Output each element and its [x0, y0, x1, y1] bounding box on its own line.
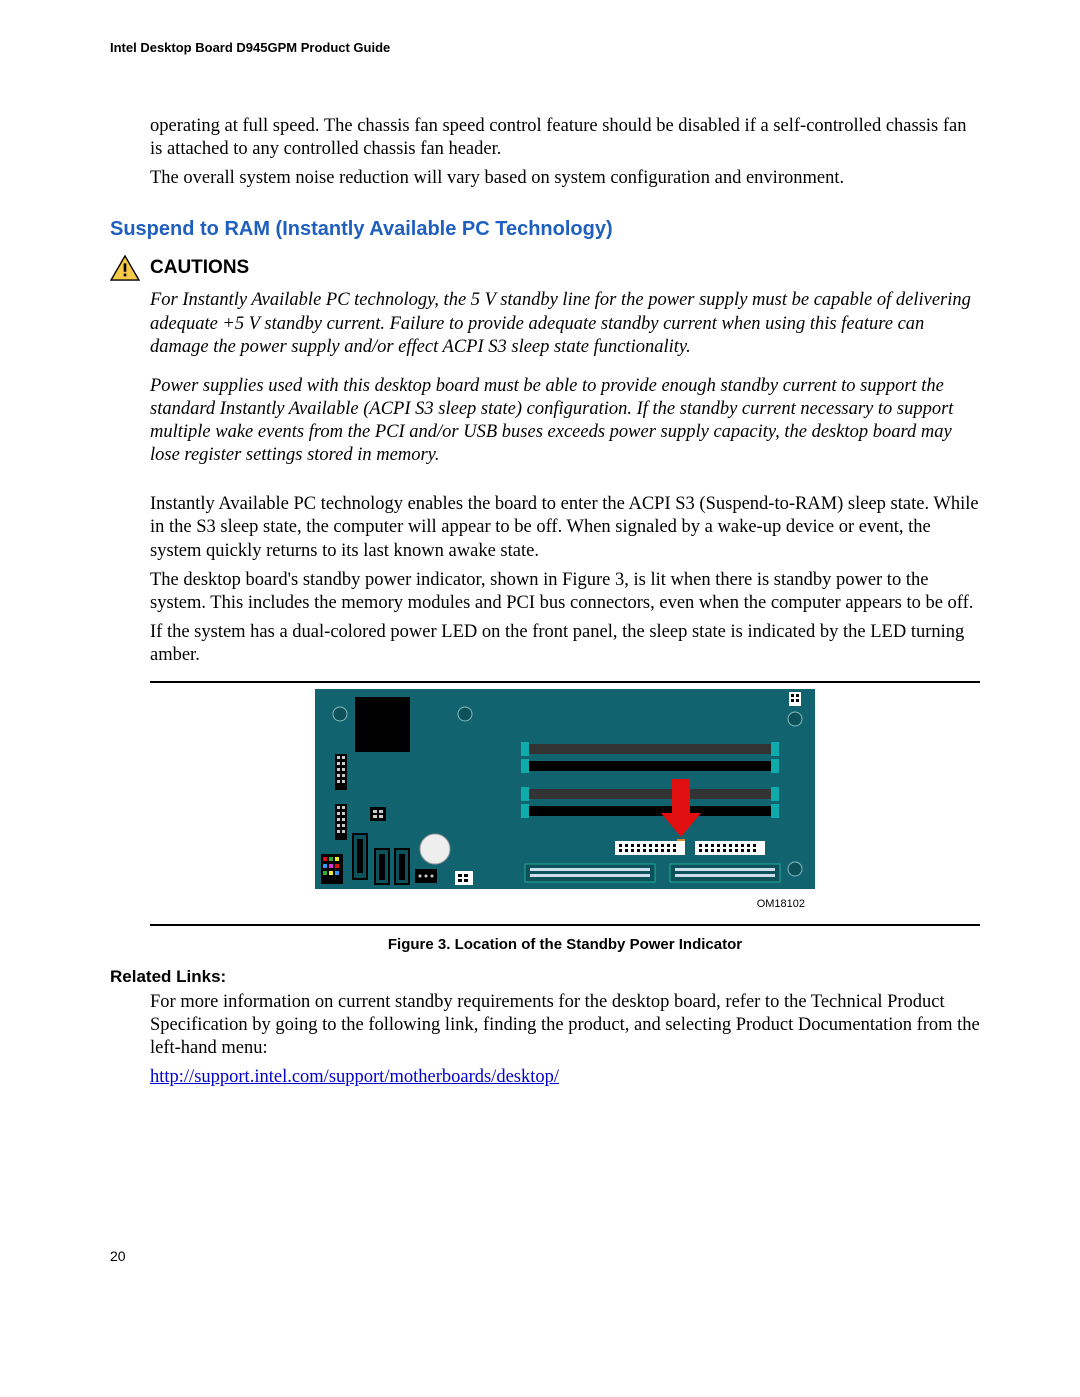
intro-paragraph-1: operating at full speed. The chassis fan…: [150, 115, 980, 161]
caution-icon: [110, 255, 140, 281]
related-links-heading: Related Links:: [110, 967, 980, 987]
section-heading-suspend-to-ram: Suspend to RAM (Instantly Available PC T…: [110, 218, 980, 241]
intro-paragraph-2: The overall system noise reduction will …: [150, 167, 980, 190]
figure-id: OM18102: [315, 898, 815, 910]
page-number: 20: [110, 1248, 980, 1264]
body-paragraph-3: If the system has a dual-colored power L…: [150, 621, 980, 667]
figure-rule-top: [150, 681, 980, 683]
support-link[interactable]: http://support.intel.com/support/motherb…: [150, 1067, 559, 1087]
related-links-text: For more information on current standby …: [150, 991, 980, 1060]
figure-rule-bottom: [150, 924, 980, 926]
body-paragraph-2: The desktop board's standby power indica…: [150, 569, 980, 615]
cautions-label: CAUTIONS: [150, 257, 249, 279]
running-header: Intel Desktop Board D945GPM Product Guid…: [110, 40, 980, 55]
caution-text-2: Power supplies used with this desktop bo…: [150, 375, 980, 468]
figure-caption: Figure 3. Location of the Standby Power …: [150, 936, 980, 953]
caution-text-1: For Instantly Available PC technology, t…: [150, 289, 980, 358]
figure-standby-power-indicator: OM18102: [315, 689, 815, 910]
body-paragraph-1: Instantly Available PC technology enable…: [150, 493, 980, 562]
